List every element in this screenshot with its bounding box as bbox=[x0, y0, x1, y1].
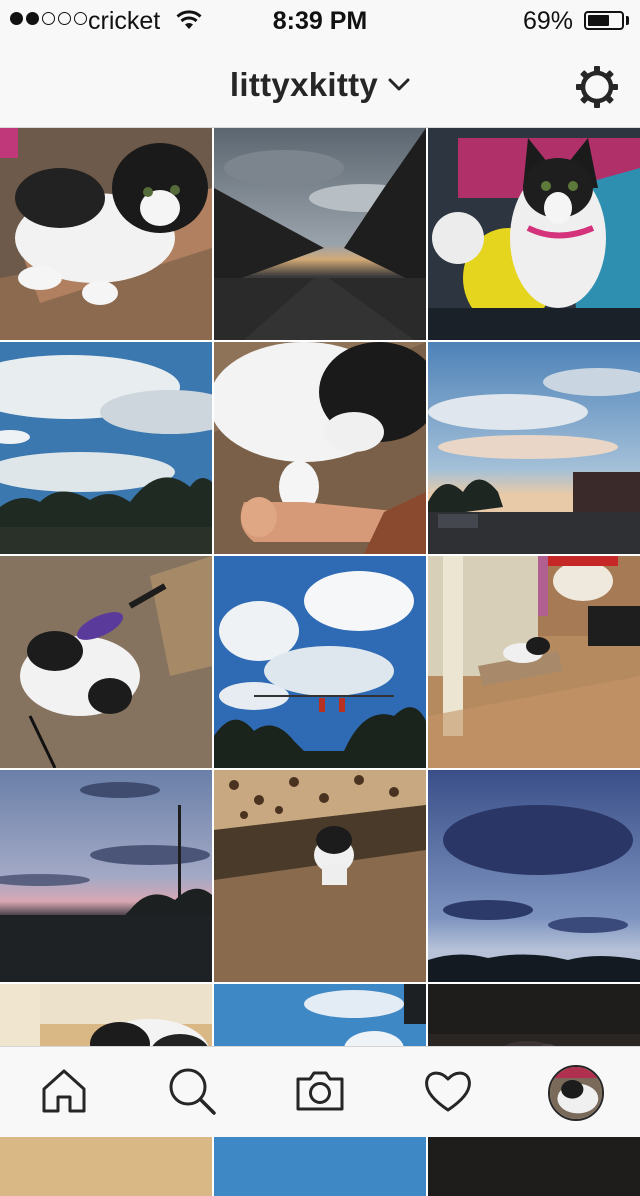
photo-tile[interactable] bbox=[0, 128, 212, 340]
profile-username[interactable]: littyxkitty bbox=[230, 66, 378, 104]
photo-tile[interactable] bbox=[0, 770, 212, 982]
photo-tile[interactable] bbox=[428, 556, 640, 768]
photo-tile[interactable] bbox=[214, 556, 426, 768]
photo-tile[interactable] bbox=[0, 342, 212, 554]
heart-icon[interactable] bbox=[422, 1065, 474, 1117]
photo-tile[interactable] bbox=[428, 342, 640, 554]
profile-header: littyxkitty bbox=[0, 40, 640, 128]
photo-grid bbox=[0, 128, 640, 1196]
tab-bar bbox=[0, 1046, 640, 1137]
home-icon[interactable] bbox=[38, 1065, 90, 1117]
tab-activity[interactable] bbox=[422, 1065, 474, 1117]
photo-tile[interactable] bbox=[428, 128, 640, 340]
photo-tile[interactable] bbox=[214, 342, 426, 554]
account-switcher[interactable]: littyxkitty bbox=[0, 66, 640, 104]
photo-tile[interactable] bbox=[0, 556, 212, 768]
photo-tile[interactable] bbox=[428, 770, 640, 982]
chevron-down-icon[interactable] bbox=[388, 78, 410, 92]
gear-icon[interactable] bbox=[574, 64, 620, 110]
tab-search[interactable] bbox=[166, 1065, 218, 1117]
tab-camera[interactable] bbox=[294, 1065, 346, 1117]
search-icon[interactable] bbox=[166, 1065, 218, 1117]
tab-home[interactable] bbox=[38, 1065, 90, 1117]
battery-percentage: 69% bbox=[522, 7, 573, 35]
status-bar: cricket 8:39 PM 69% bbox=[0, 0, 640, 40]
tab-profile[interactable] bbox=[548, 1065, 604, 1121]
battery-icon bbox=[584, 11, 624, 30]
photo-tile[interactable] bbox=[214, 770, 426, 982]
photo-tile[interactable] bbox=[214, 128, 426, 340]
battery-tip bbox=[626, 16, 629, 25]
camera-icon[interactable] bbox=[294, 1065, 346, 1117]
profile-avatar[interactable] bbox=[550, 1067, 602, 1119]
